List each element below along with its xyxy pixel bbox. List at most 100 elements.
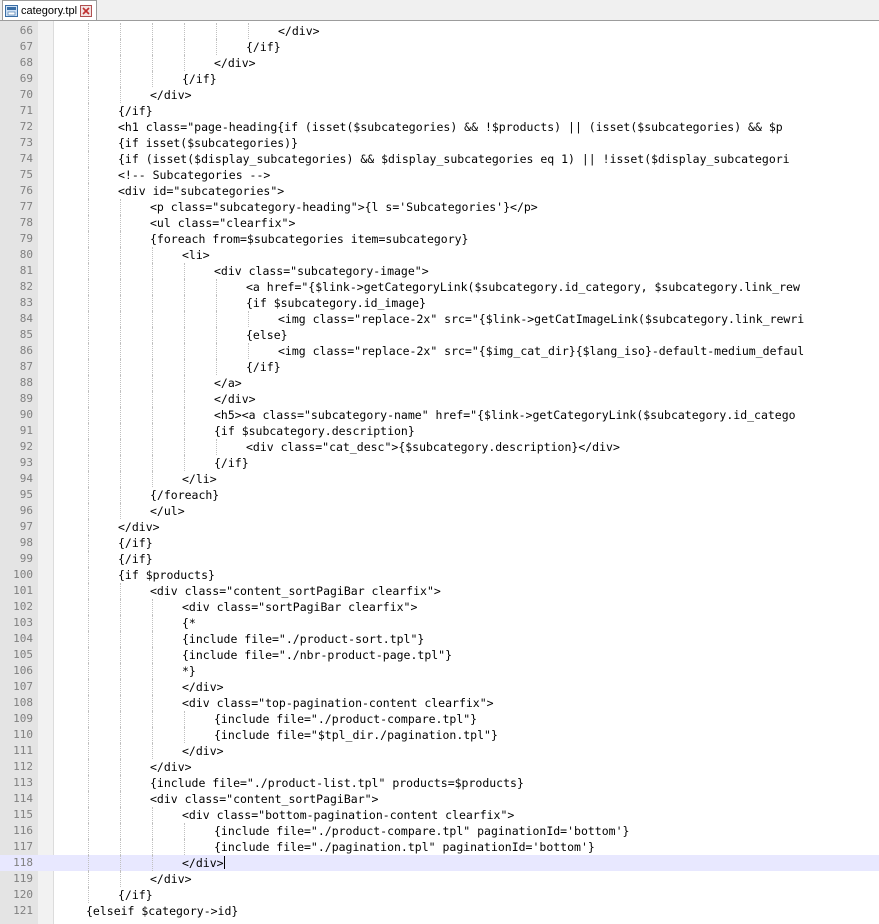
- code-line[interactable]: 89 </div>: [0, 391, 879, 407]
- code-text[interactable]: <div class="top-pagination-content clear…: [182, 695, 494, 711]
- code-line[interactable]: 98 {/if}: [0, 535, 879, 551]
- code-text[interactable]: {include file="./product-compare.tpl" pa…: [214, 823, 629, 839]
- code-line[interactable]: 120 {/if}: [0, 887, 879, 903]
- code-text[interactable]: {/if}: [118, 535, 153, 551]
- code-line[interactable]: 110 {include file="$tpl_dir./pagination.t…: [0, 727, 879, 743]
- code-line[interactable]: 75 <!-- Subcategories -->: [0, 167, 879, 183]
- code-line[interactable]: 106 *}: [0, 663, 879, 679]
- code-text[interactable]: </div>: [214, 55, 256, 71]
- code-line[interactable]: 117 {include file="./pagination.tpl" pagi…: [0, 839, 879, 855]
- code-line[interactable]: 119 </div>: [0, 871, 879, 887]
- code-text[interactable]: {/if}: [246, 39, 281, 55]
- code-line[interactable]: 88 </a>: [0, 375, 879, 391]
- code-text[interactable]: <p class="subcategory-heading">{l s='Sub…: [150, 199, 538, 215]
- code-text[interactable]: <img class="replace-2x" src="{$link->get…: [278, 311, 804, 327]
- code-line[interactable]: 100 {if $products}: [0, 567, 879, 583]
- code-line[interactable]: 96 </ul>: [0, 503, 879, 519]
- code-line[interactable]: 114 <div class="content_sortPagiBar">: [0, 791, 879, 807]
- code-text[interactable]: <div id="subcategories">: [118, 183, 284, 199]
- code-text[interactable]: {include file="./product-compare.tpl"}: [214, 711, 477, 727]
- code-line[interactable]: 86 <img class="replace-2x" src="{$img_cat…: [0, 343, 879, 359]
- code-line[interactable]: 71 {/if}: [0, 103, 879, 119]
- code-line[interactable]: 81 <div class="subcategory-image">: [0, 263, 879, 279]
- code-text[interactable]: <img class="replace-2x" src="{$img_cat_d…: [278, 343, 804, 359]
- code-text[interactable]: </div>: [182, 855, 225, 871]
- code-text[interactable]: </a>: [214, 375, 242, 391]
- code-text[interactable]: {if (isset($display_subcategories) && $d…: [118, 151, 790, 167]
- code-text[interactable]: <li>: [182, 247, 210, 263]
- code-line[interactable]: 77 <p class="subcategory-heading">{l s='S…: [0, 199, 879, 215]
- tab-category-tpl[interactable]: category.tpl: [2, 0, 98, 20]
- code-line[interactable]: 82 <a href="{$link->getCategoryLink($subc…: [0, 279, 879, 295]
- code-text[interactable]: {include file="./product-list.tpl" produ…: [150, 775, 524, 791]
- code-line[interactable]: 68 </div>: [0, 55, 879, 71]
- code-text[interactable]: {/if}: [118, 887, 153, 903]
- code-line[interactable]: 102 <div class="sortPagiBar clearfix">: [0, 599, 879, 615]
- code-line[interactable]: 115 <div class="bottom-pagination-content…: [0, 807, 879, 823]
- code-line[interactable]: 107 </div>: [0, 679, 879, 695]
- code-text[interactable]: {else}: [246, 327, 288, 343]
- code-line[interactable]: 91 {if $subcategory.description}: [0, 423, 879, 439]
- code-editor[interactable]: 66 </div> 67 {/if} 68 </div> 69 {/if} 70 </div> 71…: [0, 21, 879, 924]
- code-text[interactable]: {if $products}: [118, 567, 215, 583]
- code-line[interactable]: 95 {/foreach}: [0, 487, 879, 503]
- code-text[interactable]: {/if}: [182, 71, 217, 87]
- code-text[interactable]: {/if}: [214, 455, 249, 471]
- code-text[interactable]: <a href="{$link->getCategoryLink($subcat…: [246, 279, 800, 295]
- code-line[interactable]: 93 {/if}: [0, 455, 879, 471]
- code-text[interactable]: {if $subcategory.id_image}: [246, 295, 426, 311]
- code-text[interactable]: {include file="./product-sort.tpl"}: [182, 631, 424, 647]
- code-line[interactable]: 92 <div class="cat_desc">{$subcategory.de…: [0, 439, 879, 455]
- code-text[interactable]: <div class="content_sortPagiBar clearfix…: [150, 583, 441, 599]
- code-text[interactable]: {if $subcategory.description}: [214, 423, 415, 439]
- code-text[interactable]: {foreach from=$subcategories item=subcat…: [150, 231, 469, 247]
- code-text[interactable]: <!-- Subcategories -->: [118, 167, 270, 183]
- code-line[interactable]: 80 <li>: [0, 247, 879, 263]
- code-text[interactable]: <div class="subcategory-image">: [214, 263, 429, 279]
- code-line[interactable]: 84 <img class="replace-2x" src="{$link->g…: [0, 311, 879, 327]
- code-line[interactable]: 116 {include file="./product-compare.tpl"…: [0, 823, 879, 839]
- code-text[interactable]: </div>: [150, 871, 192, 887]
- code-text[interactable]: <ul class="clearfix">: [150, 215, 295, 231]
- code-text[interactable]: {/if}: [246, 359, 281, 375]
- code-text[interactable]: </div>: [214, 391, 256, 407]
- code-line[interactable]: 90 <h5><a class="subcategory-name" href="…: [0, 407, 879, 423]
- code-line[interactable]: 99 {/if}: [0, 551, 879, 567]
- code-line[interactable]: 85 {else}: [0, 327, 879, 343]
- code-text[interactable]: </div>: [182, 679, 224, 695]
- code-text[interactable]: {include file="./pagination.tpl" paginat…: [214, 839, 595, 855]
- code-line[interactable]: 83 {if $subcategory.id_image}: [0, 295, 879, 311]
- code-line[interactable]: 104 {include file="./product-sort.tpl"}: [0, 631, 879, 647]
- code-text[interactable]: </li>: [182, 471, 217, 487]
- code-text[interactable]: {/if}: [118, 551, 153, 567]
- code-text[interactable]: </div>: [278, 23, 320, 39]
- code-line[interactable]: 73 {if isset($subcategories)}: [0, 135, 879, 151]
- code-text[interactable]: {*: [182, 615, 196, 631]
- code-text[interactable]: {include file="./nbr-product-page.tpl"}: [182, 647, 452, 663]
- code-text[interactable]: <h1 class="page-heading{if (isset($subca…: [118, 119, 783, 135]
- code-line[interactable]: 76 <div id="subcategories">: [0, 183, 879, 199]
- code-line[interactable]: 111 </div>: [0, 743, 879, 759]
- code-line[interactable]: 118 </div>: [0, 855, 879, 871]
- code-text[interactable]: </ul>: [150, 503, 185, 519]
- code-text[interactable]: <div class="content_sortPagiBar">: [150, 791, 378, 807]
- code-line[interactable]: 66 </div>: [0, 23, 879, 39]
- code-line[interactable]: 79 {foreach from=$subcategories item=subc…: [0, 231, 879, 247]
- code-line[interactable]: 87 {/if}: [0, 359, 879, 375]
- code-text[interactable]: {/if}: [118, 103, 153, 119]
- code-line[interactable]: 101 <div class="content_sortPagiBar clear…: [0, 583, 879, 599]
- code-text[interactable]: </div>: [118, 519, 160, 535]
- code-text[interactable]: {/foreach}: [150, 487, 219, 503]
- code-text[interactable]: {elseif $category->id}: [86, 903, 238, 919]
- code-line[interactable]: 112 </div>: [0, 759, 879, 775]
- code-line[interactable]: 94 </li>: [0, 471, 879, 487]
- code-text[interactable]: *}: [182, 663, 196, 679]
- code-line[interactable]: 67 {/if}: [0, 39, 879, 55]
- code-text[interactable]: <div class="cat_desc">{$subcategory.desc…: [246, 439, 620, 455]
- code-line[interactable]: 121 {elseif $category->id}: [0, 903, 879, 919]
- code-line[interactable]: 109 {include file="./product-compare.tpl"…: [0, 711, 879, 727]
- code-line[interactable]: 105 {include file="./nbr-product-page.tpl…: [0, 647, 879, 663]
- code-line[interactable]: 78 <ul class="clearfix">: [0, 215, 879, 231]
- code-line[interactable]: 97 </div>: [0, 519, 879, 535]
- code-text[interactable]: <div class="sortPagiBar clearfix">: [182, 599, 417, 615]
